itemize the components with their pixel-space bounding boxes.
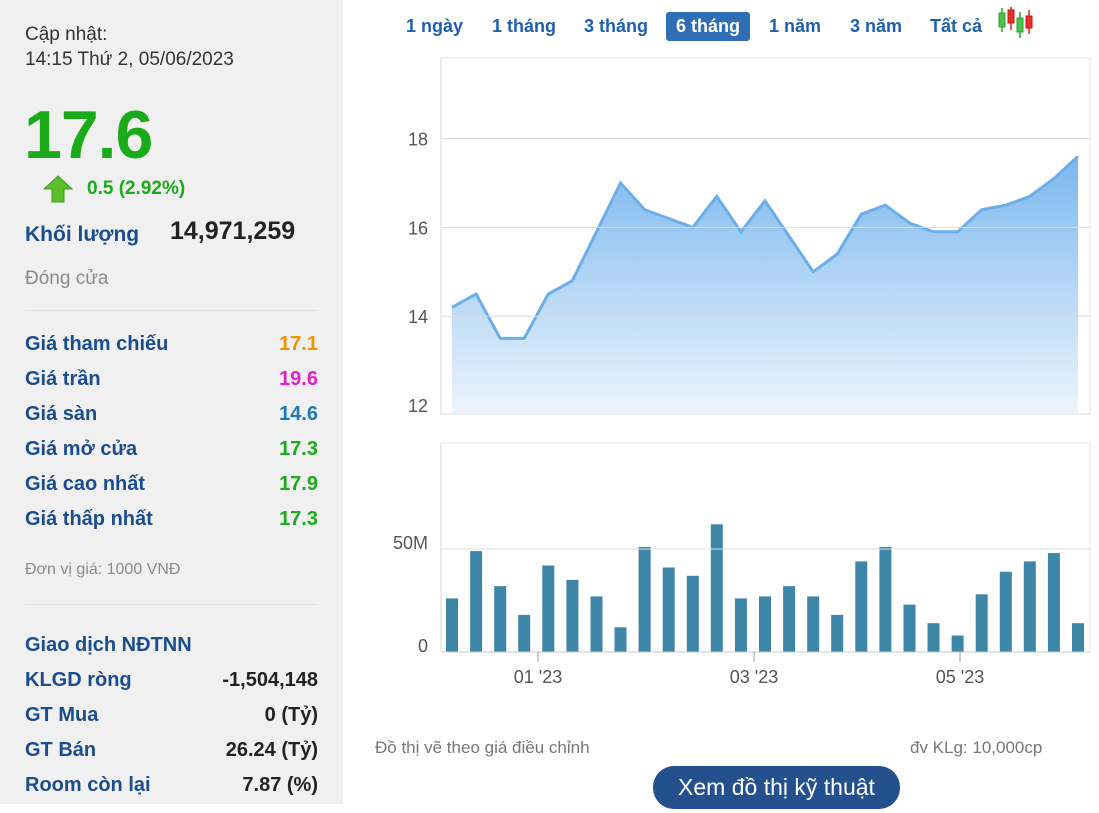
volume-bar [975, 594, 988, 652]
volume-bar [807, 596, 820, 652]
volume-unit-note: đv KLg: 10,000cp [910, 738, 1043, 757]
volume-bar [542, 565, 555, 652]
volume-bar [590, 596, 603, 652]
volume-bar [927, 623, 940, 652]
volume-bar [614, 627, 627, 652]
price-y-tick-label: 18 [408, 130, 428, 150]
technical-chart-button[interactable]: Xem đồ thị kỹ thuật [653, 766, 900, 809]
volume-bar [1023, 561, 1036, 652]
x-tick-label: 01 '23 [514, 667, 562, 687]
volume-y-tick-label: 0 [418, 636, 428, 656]
volume-bar [446, 598, 458, 652]
volume-bar [734, 598, 747, 652]
price-y-tick-label: 14 [408, 307, 428, 327]
price-volume-chart: 12 14 16 18 0 50M 01 '23 03 '23 05 '23 [393, 57, 1091, 687]
volume-bar [518, 614, 531, 652]
volume-bar [662, 567, 675, 652]
volume-bar [494, 586, 507, 652]
volume-bar [951, 635, 964, 652]
volume-bar [1047, 553, 1060, 652]
x-tick-label: 05 '23 [936, 667, 984, 687]
volume-y-tick-label: 50M [393, 533, 428, 553]
volume-bar [903, 604, 916, 652]
volume-bar [879, 546, 892, 652]
volume-bar [831, 614, 844, 652]
x-tick-label: 03 '23 [730, 667, 778, 687]
price-y-tick-label: 16 [408, 218, 428, 238]
volume-bar [566, 579, 579, 652]
adjusted-price-note: Đồ thị vẽ theo giá điều chỉnh [375, 738, 590, 757]
price-area [452, 156, 1078, 414]
volume-bar [1072, 623, 1084, 652]
volume-bar [638, 546, 651, 652]
price-y-tick-label: 12 [408, 396, 428, 416]
volume-bar [999, 571, 1012, 652]
volume-bar [855, 561, 868, 652]
volume-bar [759, 596, 771, 652]
volume-bar [470, 551, 483, 652]
volume-bar [686, 575, 699, 652]
volume-bar [710, 524, 723, 652]
volume-bar [783, 586, 796, 652]
